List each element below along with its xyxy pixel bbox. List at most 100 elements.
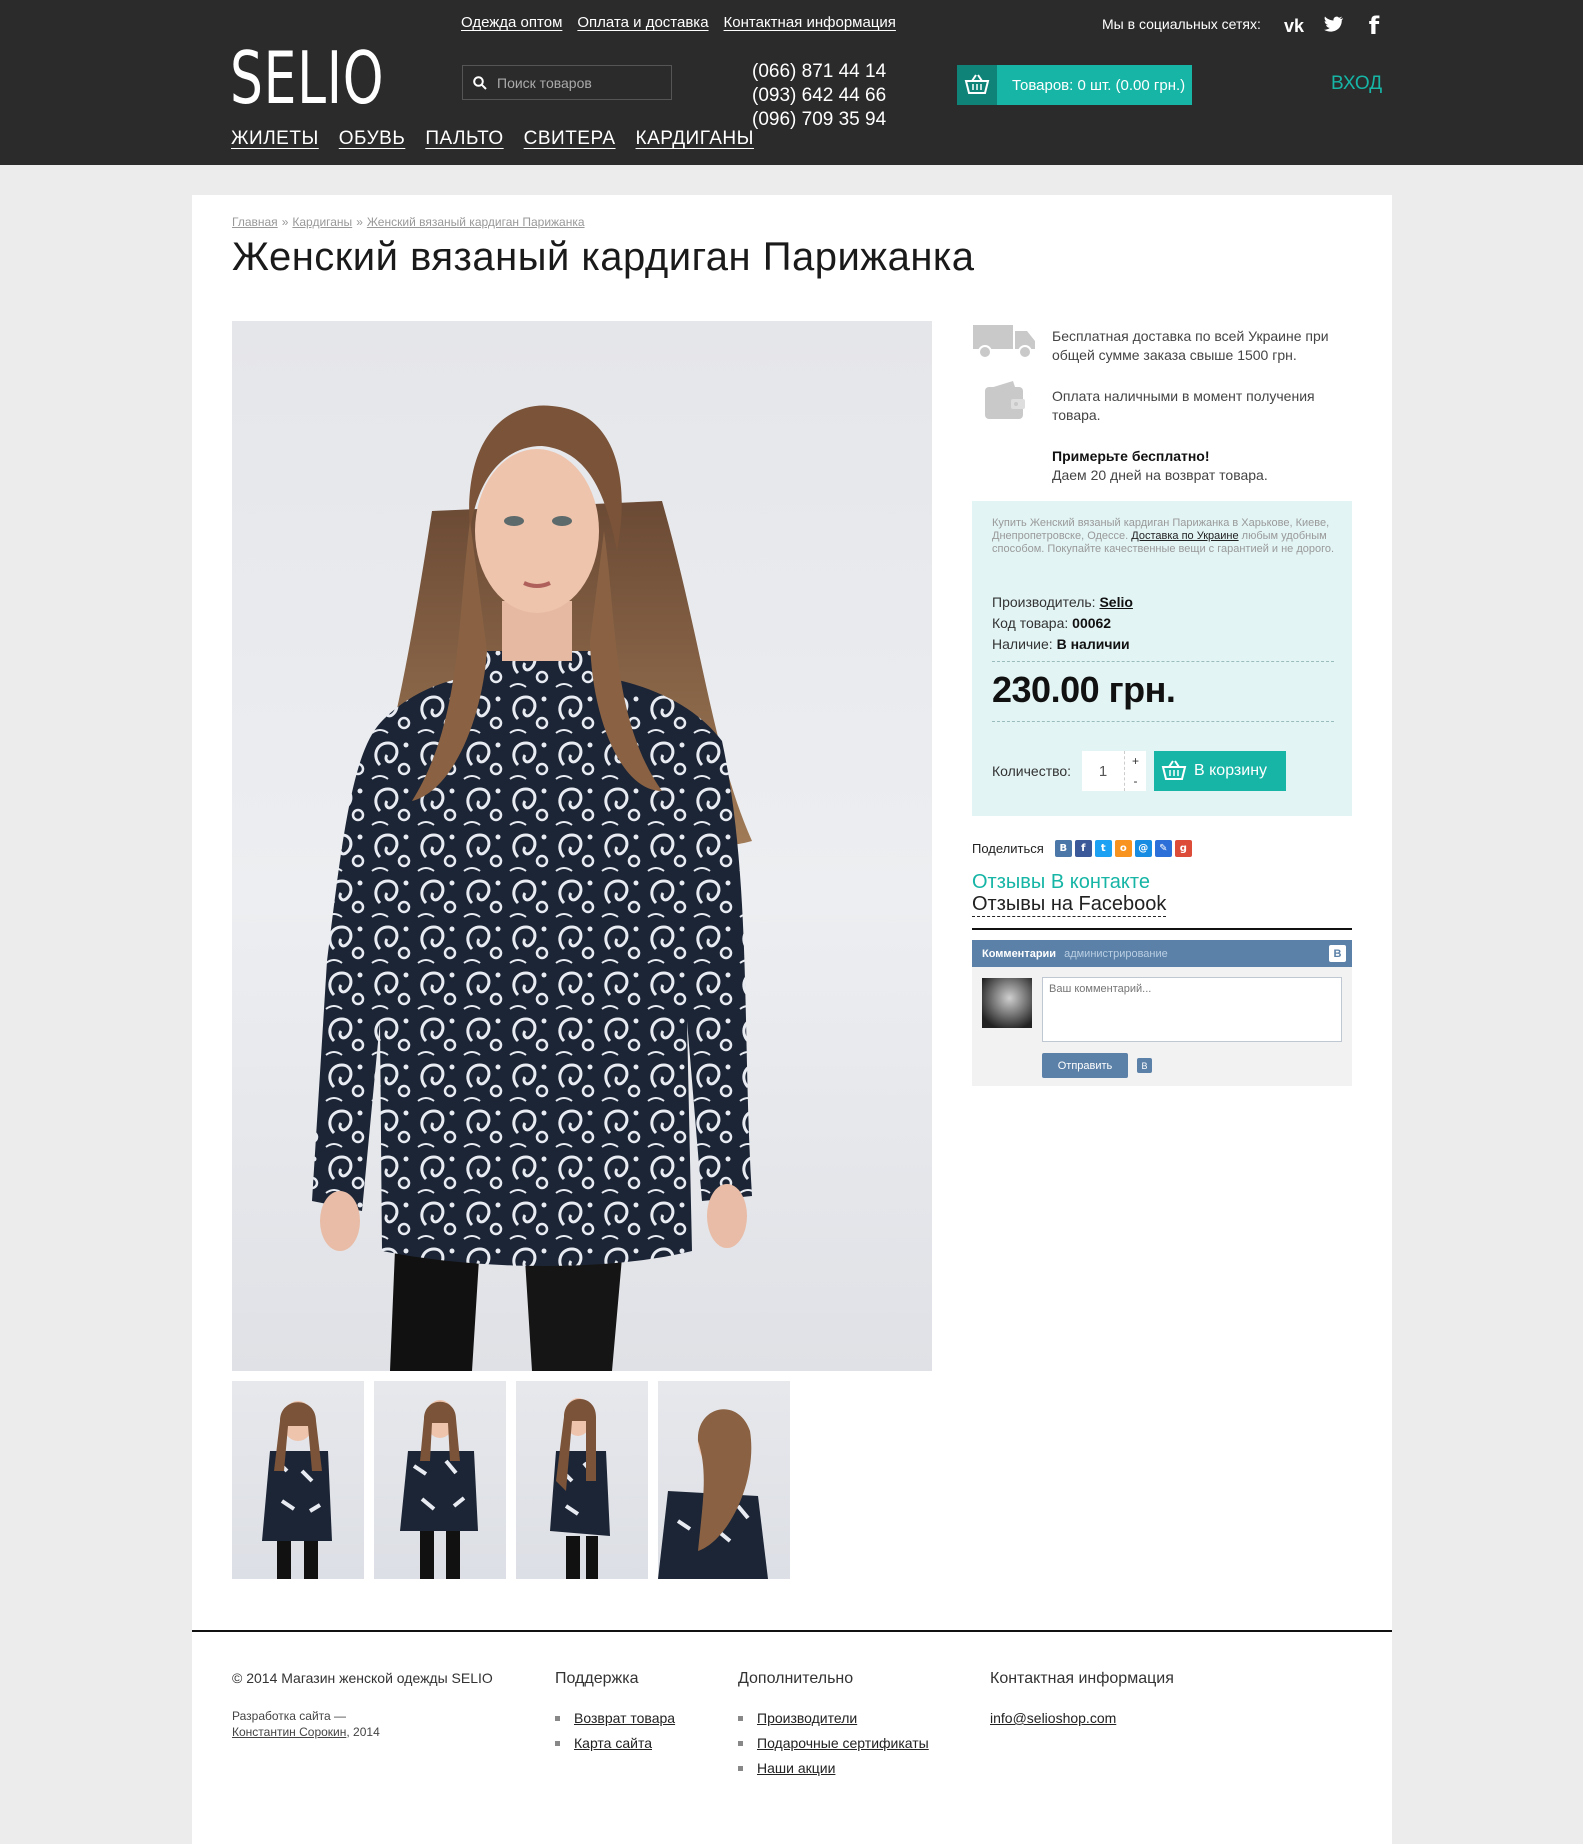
benefit-delivery: Бесплатная доставка по всей Украине при … <box>972 321 1352 381</box>
footer-support: Поддержка Возврат товара Карта сайта <box>555 1670 675 1760</box>
vk-admin-link[interactable]: администрирование <box>1064 948 1168 960</box>
phone-number: (066) 871 44 14 <box>752 61 887 82</box>
benefit-payment: Оплата наличными в момент получения това… <box>972 381 1352 441</box>
share-bar: Поделиться B f t o @ ✎ g <box>972 840 1192 857</box>
top-link-delivery[interactable]: Оплата и доставка <box>577 14 708 31</box>
product-main-image[interactable] <box>232 321 932 1371</box>
buy-box: Купить Женский вязаный кардиган Парижанк… <box>972 501 1352 816</box>
footer-developer: Разработка сайта — Константин Сорокин, 20… <box>232 1709 380 1739</box>
avatar <box>982 978 1032 1028</box>
product-thumbnail[interactable] <box>232 1381 364 1579</box>
try-title: Примерьте бесплатно! <box>1052 448 1210 464</box>
wallet-icon <box>972 381 1038 421</box>
quantity-input[interactable] <box>1082 751 1124 791</box>
search-box <box>462 65 672 100</box>
social-links: vk f <box>1281 12 1387 40</box>
list-item: Возврат товара <box>555 1710 675 1726</box>
benefit-delivery-text: Бесплатная доставка по всей Украине при … <box>1052 328 1329 363</box>
quantity-label: Количество: <box>992 763 1072 779</box>
facebook-icon[interactable]: f <box>1361 12 1387 40</box>
list-item: Производители <box>738 1710 929 1726</box>
vk-icon[interactable]: vk <box>1281 16 1307 37</box>
product-price: 230.00 грн. <box>992 669 1176 710</box>
developer-link[interactable]: Константин Сорокин <box>232 1725 346 1739</box>
phone-number: (093) 642 44 66 <box>752 85 887 106</box>
login-link[interactable]: ВХОД <box>1331 73 1382 95</box>
twitter-share-icon[interactable]: t <box>1094 840 1112 857</box>
facebook-share-icon[interactable]: f <box>1074 840 1092 857</box>
vk-widget-title: Комментарии <box>982 947 1057 960</box>
vk-logo-icon: B <box>1329 945 1346 962</box>
footer-link-promotions[interactable]: Наши акции <box>757 1760 835 1776</box>
footer-extra-title: Дополнительно <box>738 1670 854 1687</box>
product-thumbnail[interactable] <box>374 1381 506 1579</box>
twitter-icon[interactable] <box>1321 16 1347 37</box>
list-item: Наши акции <box>738 1760 929 1776</box>
footer-copyright: © 2014 Магазин женской одежды SELIO <box>232 1670 493 1686</box>
top-links: Одежда оптом Оплата и доставка Контактна… <box>461 14 896 31</box>
footer-link-manufacturers[interactable]: Производители <box>757 1710 857 1726</box>
footer-support-title: Поддержка <box>555 1670 639 1687</box>
footer-extra: Дополнительно Производители Подарочные с… <box>738 1670 929 1785</box>
quantity-decrease-button[interactable]: - <box>1125 771 1146 791</box>
top-link-wholesale[interactable]: Одежда оптом <box>461 14 562 31</box>
phone-number: (096) 709 35 94 <box>752 109 887 130</box>
odnoklassniki-share-icon[interactable]: o <box>1114 840 1132 857</box>
cart-summary: Товаров: 0 шт. (0.00 грн.) <box>1012 76 1186 94</box>
add-to-cart-label: В корзину <box>1194 762 1268 779</box>
divider <box>992 721 1334 722</box>
manufacturer-row: Производитель: Selio <box>992 594 1133 610</box>
menu-item-coats[interactable]: ПАЛЬТО <box>425 128 503 150</box>
quantity-increase-button[interactable]: + <box>1125 751 1146 771</box>
googleplus-share-icon[interactable]: g <box>1174 840 1192 857</box>
tab-reviews-facebook[interactable]: Отзывы на Facebook <box>972 893 1167 917</box>
footer-link-returns[interactable]: Возврат товара <box>574 1710 675 1726</box>
footer-contacts-title: Контактная информация <box>990 1670 1174 1687</box>
send-comment-button[interactable]: Отправить <box>1042 1053 1128 1078</box>
top-link-contacts[interactable]: Контактная информация <box>724 14 896 31</box>
add-to-cart-button[interactable]: В корзину <box>1154 751 1286 791</box>
phone-list: (066) 871 44 14 (093) 642 44 66 (096) 70… <box>752 60 886 132</box>
vk-comments-widget: Комментарии администрирование B Отправит… <box>972 940 1352 1086</box>
stock-value: В наличии <box>1056 636 1130 652</box>
product-thumbnail[interactable] <box>516 1381 648 1579</box>
breadcrumb-home[interactable]: Главная <box>232 215 278 229</box>
menu-item-cardigans[interactable]: КАРДИГАНЫ <box>636 128 754 150</box>
footer-link-sitemap[interactable]: Карта сайта <box>574 1735 652 1751</box>
tab-reviews-vk[interactable]: Отзывы В контакте <box>972 871 1150 894</box>
menu-item-sweaters[interactable]: СВИТЕРА <box>524 128 616 150</box>
comment-input[interactable] <box>1042 977 1342 1042</box>
menu-item-shoes[interactable]: ОБУВЬ <box>339 128 406 150</box>
main-menu: ЖИЛЕТЫ ОБУВЬ ПАЛЬТО СВИТЕРА КАРДИГАНЫ <box>231 128 754 150</box>
breadcrumb: Главная» Кардиганы» Женский вязаный кардиг… <box>232 215 585 229</box>
share-label: Поделиться <box>972 841 1044 856</box>
footer-link-gift-cards[interactable]: Подарочные сертификаты <box>757 1735 929 1751</box>
sku-row: Код товара: 00062 <box>992 615 1112 631</box>
social-label: Мы в социальных сетях: <box>1102 16 1261 32</box>
breadcrumb-current[interactable]: Женский вязаный кардиган Парижанка <box>367 215 585 229</box>
list-item: Подарочные сертификаты <box>738 1735 929 1751</box>
search-icon[interactable] <box>463 66 497 99</box>
sku-value: 00062 <box>1072 615 1112 631</box>
basket-icon <box>957 65 997 105</box>
site-logo[interactable]: SELIO <box>230 40 384 116</box>
footer-divider <box>192 1630 1392 1632</box>
cart-button[interactable]: Товаров: 0 шт. (0.00 грн.) <box>957 65 1192 105</box>
footer-email-link[interactable]: info@selioshop.com <box>990 1710 1116 1726</box>
mailru-share-icon[interactable]: @ <box>1134 840 1152 857</box>
breadcrumb-category[interactable]: Кардиганы <box>292 215 352 229</box>
livejournal-share-icon[interactable]: ✎ <box>1154 840 1172 857</box>
list-item: Карта сайта <box>555 1735 675 1751</box>
search-input[interactable] <box>497 74 667 91</box>
benefit-try: Примерьте бесплатно! Даем 20 дней на возв… <box>972 441 1352 501</box>
menu-item-vests[interactable]: ЖИЛЕТЫ <box>231 128 319 150</box>
stock-row: Наличие: В наличии <box>992 636 1130 652</box>
try-text: Даем 20 дней на возврат товара. <box>1052 467 1268 483</box>
manufacturer-link[interactable]: Selio <box>1099 594 1132 610</box>
delivery-ukraine-link[interactable]: Доставка по Украине <box>1131 530 1238 542</box>
product-thumbnail[interactable] <box>658 1381 790 1579</box>
vk-share-icon[interactable]: B <box>1054 840 1072 857</box>
site-header: SELIO Одежда оптом Оплата и доставка Кон… <box>0 0 1583 165</box>
divider <box>972 928 1352 930</box>
divider <box>992 661 1334 662</box>
